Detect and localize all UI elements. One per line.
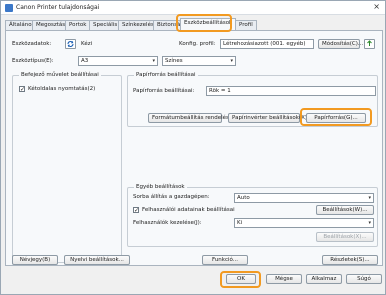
chevron-down-icon: ▾ [230, 58, 233, 64]
chevron-down-icon: ▾ [152, 58, 155, 64]
settings-x-button[interactable]: Beállítások(X)... [316, 232, 374, 242]
tab-profile[interactable]: Profil [235, 20, 257, 30]
title-bar: Canon Printer tulajdonságai × [1, 1, 385, 15]
close-icon[interactable]: × [373, 3, 380, 11]
tab-ports[interactable]: Portok [65, 20, 91, 30]
duplex-label: Kétoldalas nyomtatás(2) [28, 86, 96, 92]
duplex-checkbox[interactable]: ✓ [19, 86, 25, 93]
device-data-label: Eszközadatok: [12, 41, 52, 47]
user-management-select[interactable]: Ki ▾ [234, 218, 374, 228]
paper-feed-button-highlight [300, 108, 372, 126]
window-title: Canon Printer tulajdonságai [16, 4, 100, 11]
color-mode-select[interactable]: Színes ▾ [162, 56, 236, 66]
device-type-value: A3 [81, 58, 89, 64]
finishing-settings-group: Befejező művelet beállításai ✓ Kétoldala… [12, 72, 122, 263]
refresh-icon[interactable] [65, 39, 76, 49]
paper-source-title: Papírforrás beállításai [134, 72, 198, 78]
printer-icon [5, 4, 13, 12]
apply-button[interactable]: Alkalmaz [306, 274, 342, 284]
about-button[interactable]: Névjegy(B) [12, 255, 58, 265]
user-settings-label: Felhasználói adatainak beállításai [142, 207, 235, 213]
refresh-glyph [67, 41, 74, 47]
edit-profile-button[interactable]: Módosítás(C)... [318, 39, 363, 49]
spooling-value: Auto [237, 195, 250, 201]
function-button[interactable]: Funkció... [202, 255, 248, 265]
user-management-label: Felhasználók kezelése(J): [133, 220, 202, 226]
upload-icon[interactable] [364, 39, 375, 49]
other-settings-group: Egyéb beállítások Sorba állítás a gazdag… [127, 184, 378, 247]
settings-w-button[interactable]: Beállítások(W)... [316, 205, 374, 215]
paper-source-label: Papírforrás beállításai: [133, 88, 195, 94]
details-button[interactable]: Részletek(S)... [322, 255, 378, 265]
device-type-label: Eszköztípus(E): [12, 58, 54, 64]
paper-source-field[interactable]: Rök = 1 [206, 86, 376, 96]
device-settings-panel: Eszközadatok: Kézi Konfig. profil: Létre… [5, 30, 383, 266]
spooling-select[interactable]: Auto ▾ [234, 193, 374, 203]
device-settings-tab-highlight [176, 14, 232, 32]
ok-button-highlight [220, 271, 261, 288]
format-settings-button[interactable]: Formátumbeállítás rendelése(Y)... [148, 113, 245, 123]
other-settings-title: Egyéb beállítások [134, 184, 187, 190]
help-button[interactable]: Súgó [346, 274, 382, 284]
color-mode-value: Színes [165, 58, 183, 64]
finishing-settings-title: Befejező művelet beállításai [19, 72, 101, 78]
chevron-down-icon: ▾ [368, 220, 371, 226]
tab-advanced[interactable]: Speciális [89, 20, 122, 30]
cancel-button[interactable]: Mégse [266, 274, 302, 284]
device-type-select[interactable]: A3 ▾ [78, 56, 158, 66]
upload-glyph [367, 40, 372, 46]
chevron-down-icon: ▾ [368, 195, 371, 201]
user-management-value: Ki [237, 220, 243, 226]
config-profile-label: Konfig. profil: [179, 41, 216, 47]
language-settings-button[interactable]: Nyelvi beállítások... [64, 255, 130, 265]
spooling-label: Sorba állítás a gazdagépen: [133, 194, 210, 200]
device-data-value: Kézi [81, 41, 93, 47]
tab-sharing[interactable]: Megosztás [32, 20, 70, 30]
tab-color-management[interactable]: Színkezelés [118, 20, 158, 30]
config-profile-field[interactable]: Létrehozásiazott (001. egyéb) [220, 39, 314, 49]
user-settings-checkbox[interactable]: ✓ [133, 207, 139, 214]
printer-properties-window: Canon Printer tulajdonságai × Általános … [0, 0, 386, 295]
inverter-settings-button[interactable]: Papírinvérter beállítások(X)... [228, 113, 312, 123]
